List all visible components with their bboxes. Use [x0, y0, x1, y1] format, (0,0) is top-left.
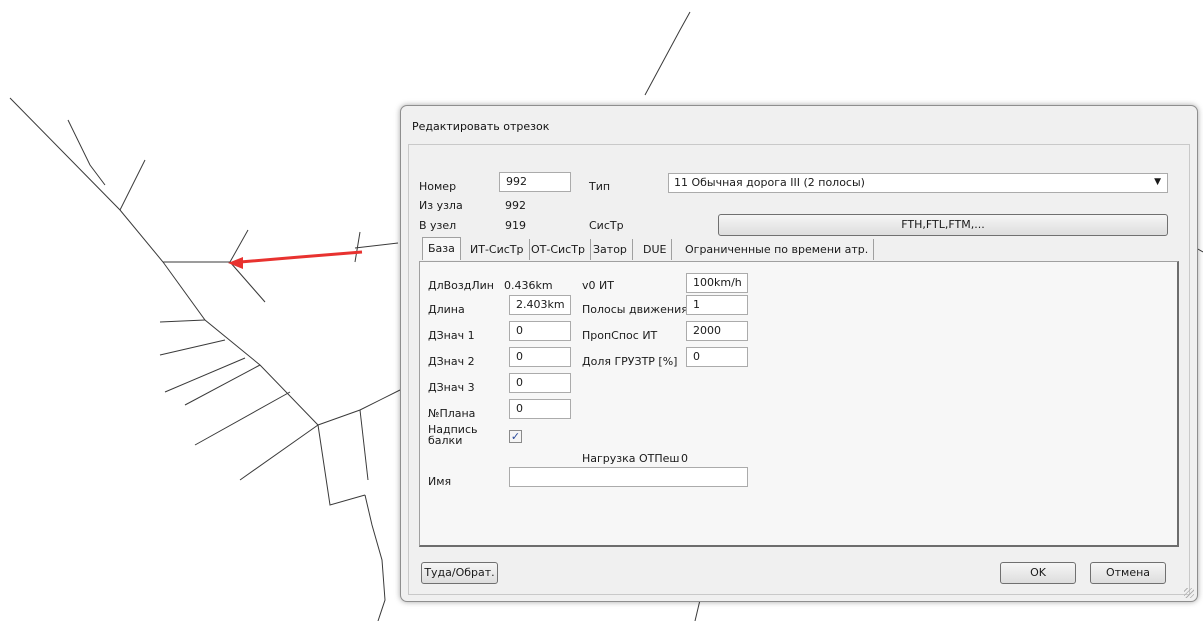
length-label: Длина	[428, 303, 465, 316]
number-field[interactable]: 992	[499, 172, 571, 192]
tab-time-attrs[interactable]: Ограниченные по времени атр.	[680, 239, 875, 260]
length-field[interactable]: 2.403km	[509, 295, 571, 315]
tsys-label: СисТр	[589, 219, 624, 232]
cancel-button[interactable]: Отмена	[1090, 562, 1166, 584]
plan-field[interactable]: 0	[509, 399, 571, 419]
addval1-field[interactable]: 0	[509, 321, 571, 341]
capacity-field[interactable]: 2000	[686, 321, 748, 341]
beam-label-checkbox[interactable]: ✓	[509, 430, 522, 443]
resize-grip-icon[interactable]	[1184, 588, 1194, 598]
from-node-label: Из узла	[419, 199, 463, 212]
highlighted-link[interactable]	[228, 250, 363, 269]
addval1-label: ДЗнач 1	[428, 329, 475, 342]
addval2-field[interactable]: 0	[509, 347, 571, 367]
type-select[interactable]: 11 Обычная дорога III (2 полосы) ▼	[668, 173, 1168, 193]
name-field[interactable]	[509, 467, 748, 487]
direct-length-label: ДлВоздЛин	[428, 279, 494, 292]
v0-field[interactable]: 100km/h	[686, 273, 748, 293]
chevron-down-icon: ▼	[1154, 177, 1161, 187]
addval2-label: ДЗнач 2	[428, 355, 475, 368]
from-node-value: 992	[505, 199, 526, 212]
dialog-titlebar[interactable]: Редактировать отрезок	[401, 106, 1197, 144]
tab-base[interactable]: База	[422, 237, 461, 260]
direct-length-value: 0.436km	[504, 279, 553, 292]
tab-pr-tsys[interactable]: ИТ-СисТр	[465, 239, 530, 260]
tab-pu-tsys[interactable]: ОТ-СисТр	[526, 239, 591, 260]
tsys-button[interactable]: FTH,FTL,FTM,...	[718, 214, 1168, 236]
addval3-field[interactable]: 0	[509, 373, 571, 393]
lanes-label: Полосы движения	[582, 303, 688, 316]
hgv-share-field[interactable]: 0	[686, 347, 748, 367]
to-node-label: В узел	[419, 219, 457, 232]
tab-due[interactable]: DUE	[638, 239, 673, 260]
tab-congestion[interactable]: Затор	[588, 239, 633, 260]
type-label: Тип	[589, 180, 611, 193]
v0-label: v0 ИТ	[582, 279, 614, 292]
addval3-label: ДЗнач 3	[428, 381, 475, 394]
edit-link-dialog: Редактировать отрезок Номер 992 Из узла …	[400, 105, 1198, 602]
dialog-client-area: Номер 992 Из узла 992 В узел 919 Тип 11 …	[408, 144, 1190, 595]
number-label: Номер	[419, 180, 457, 193]
plan-label: №Плана	[428, 407, 476, 420]
type-select-value: 11 Обычная дорога III (2 полосы)	[674, 176, 865, 189]
beam-label-2: балки	[428, 434, 463, 447]
ok-button[interactable]: OK	[1000, 562, 1076, 584]
dialog-title: Редактировать отрезок	[412, 120, 550, 133]
to-node-value: 919	[505, 219, 526, 232]
hgv-share-label: Доля ГРУЗТР [%]	[582, 355, 678, 368]
tab-panel-base: ДлВоздЛин 0.436km Длина 2.403km ДЗнач 1 …	[419, 261, 1179, 547]
reverse-button[interactable]: Туда/Обрат.	[421, 562, 498, 584]
name-label: Имя	[428, 475, 452, 488]
capacity-label: ПропСпос ИТ	[582, 329, 658, 342]
lanes-field[interactable]: 1	[686, 295, 748, 315]
ped-load-value: 0	[681, 452, 688, 465]
ped-load-label: Нагрузка ОТПеш	[582, 452, 680, 465]
